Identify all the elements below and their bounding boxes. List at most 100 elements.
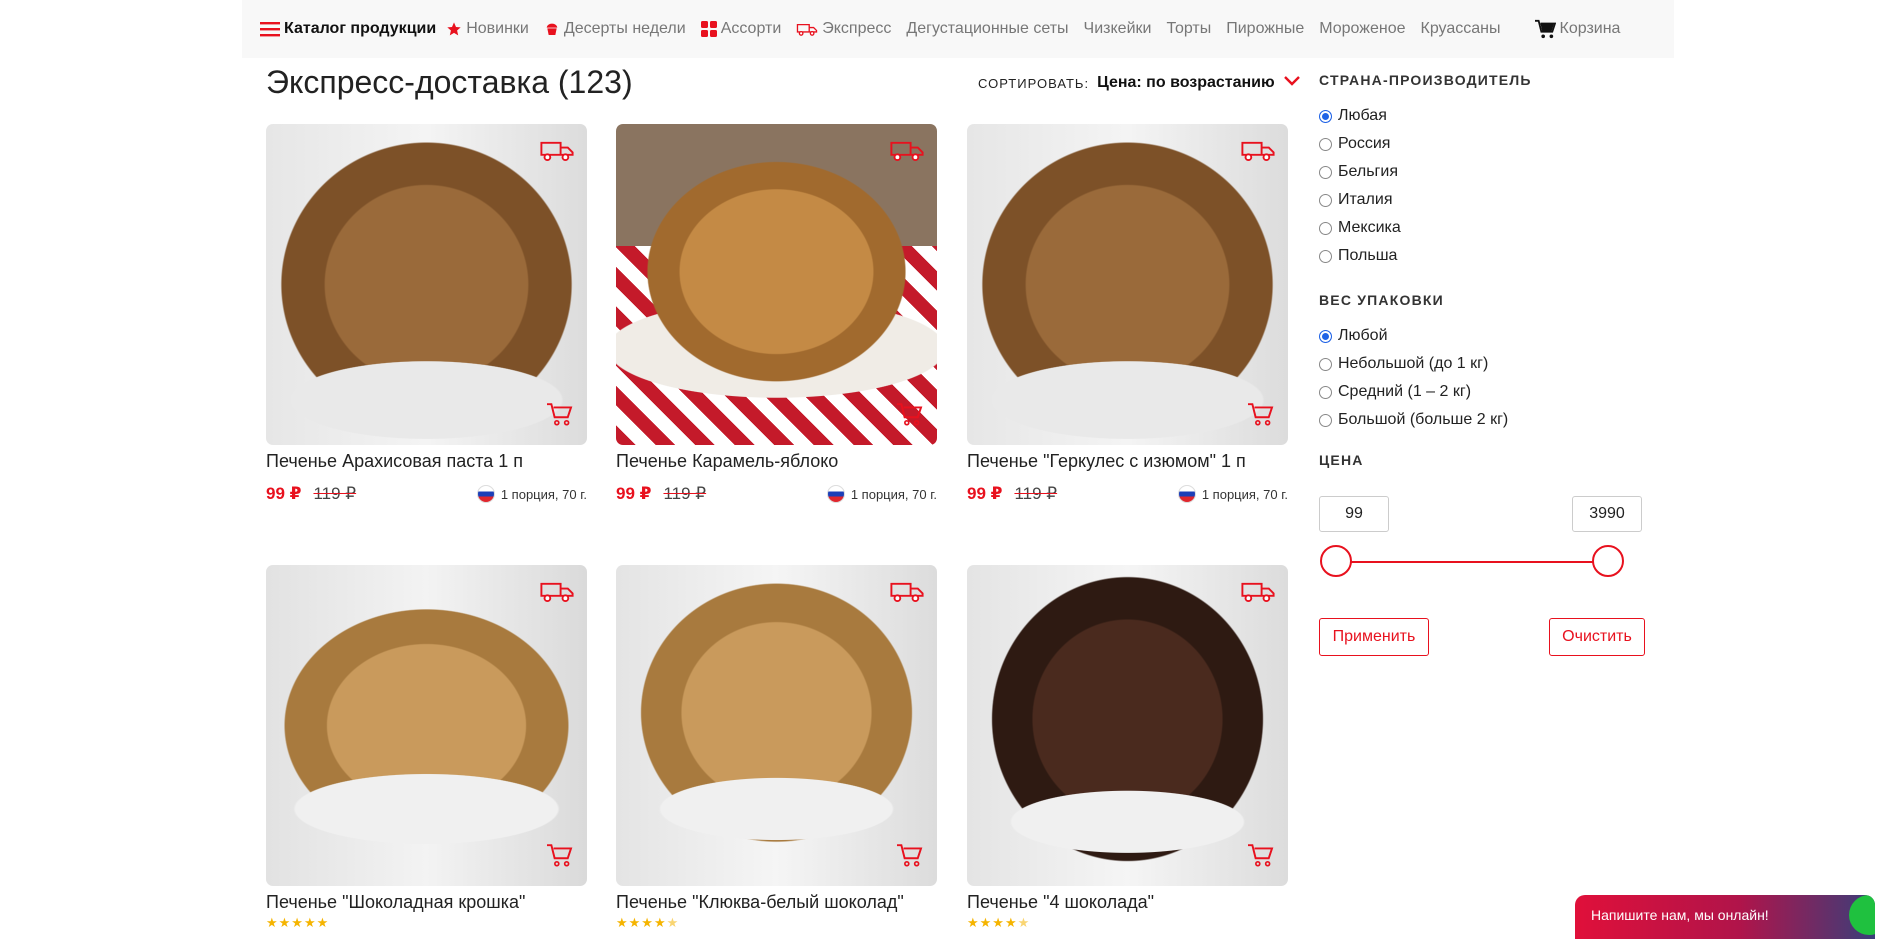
price-max-input[interactable]: 3990 <box>1572 496 1642 532</box>
express-delivery-icon <box>539 138 575 167</box>
product-image[interactable] <box>616 565 937 886</box>
radio-selected[interactable] <box>1319 329 1332 343</box>
add-to-cart-icon[interactable] <box>545 402 573 431</box>
option-label: Небольшой (до 1 кг) <box>1338 355 1489 372</box>
country-option[interactable]: Мексика <box>1319 214 1649 242</box>
radio[interactable] <box>1319 249 1332 263</box>
nav-item-assorted[interactable]: Ассорти <box>700 20 781 38</box>
country-option[interactable]: Польша <box>1319 242 1649 270</box>
product-name[interactable]: Печенье "Шоколадная крошка" <box>266 892 587 913</box>
radio[interactable] <box>1319 385 1332 399</box>
nav-item-label: Чизкейки <box>1083 20 1152 37</box>
catalog-label: Каталог продукции <box>284 20 437 37</box>
add-to-cart-icon[interactable] <box>545 843 573 872</box>
product-name[interactable]: Печенье Карамель-яблоко <box>616 451 937 472</box>
portion-label: 1 порция, 70 г. <box>500 486 587 502</box>
product-name[interactable]: Печенье "Клюква-белый шоколад" <box>616 892 937 913</box>
option-label: Бельгия <box>1338 163 1398 180</box>
option-label: Средний (1 – 2 кг) <box>1338 383 1472 400</box>
price-min-input[interactable]: 99 <box>1319 496 1389 532</box>
product-price: 99 ₽ <box>266 484 302 503</box>
sort-value: Цена: по возрастанию <box>1097 74 1275 91</box>
star-icon <box>446 21 462 37</box>
country-option[interactable]: Бельгия <box>1319 158 1649 186</box>
apply-button[interactable]: Применить <box>1319 618 1429 656</box>
product-card[interactable]: Печенье Карамель-яблоко 99 ₽ 119 ₽ 1 пор… <box>616 124 937 504</box>
product-image[interactable] <box>967 124 1288 445</box>
add-to-cart-icon[interactable] <box>1246 843 1274 872</box>
nav-item-week-desserts[interactable]: Десерты недели <box>544 20 686 38</box>
product-name[interactable]: Печенье "Геркулес с изюмом" 1 п <box>967 451 1288 472</box>
product-card[interactable]: Печенье Арахисовая паста 1 п 99 ₽ 119 ₽ … <box>266 124 587 504</box>
country-option[interactable]: Любая <box>1319 102 1649 130</box>
nav-item-cakes[interactable]: Торты <box>1166 20 1211 38</box>
add-to-cart-icon[interactable] <box>895 843 923 872</box>
cupcake-icon <box>544 21 560 37</box>
price-range-slider[interactable] <box>1320 545 1624 577</box>
price-filter-title: ЦЕНА <box>1319 452 1364 468</box>
product-name[interactable]: Печенье "4 шоколада" <box>967 892 1288 913</box>
radio[interactable] <box>1319 137 1332 151</box>
express-delivery-icon <box>1240 138 1276 167</box>
cart-icon <box>1534 19 1556 39</box>
radio[interactable] <box>1319 193 1332 207</box>
price-max-handle[interactable] <box>1592 545 1624 577</box>
nav-item-label: Экспресс <box>822 20 892 37</box>
product-portion: 1 порция, 70 г. <box>1177 485 1288 503</box>
product-price: 99 ₽ <box>616 484 652 503</box>
rating-stars: ★★★★★ <box>266 915 330 930</box>
country-option[interactable]: Италия <box>1319 186 1649 214</box>
nav-item-cheesecakes[interactable]: Чизкейки <box>1084 20 1152 38</box>
weight-option[interactable]: Большой (больше 2 кг) <box>1319 406 1649 434</box>
nav-item-express[interactable]: Экспресс <box>796 20 891 38</box>
chevron-down-icon <box>1283 74 1301 92</box>
nav-item-tasting-sets[interactable]: Дегустационные сеты <box>906 20 1068 38</box>
product-card[interactable]: Печенье "Шоколадная крошка" ★★★★★ <box>266 565 587 931</box>
clear-button[interactable]: Очистить <box>1549 618 1645 656</box>
portion-label: 1 порция, 70 г. <box>850 486 937 502</box>
weight-option[interactable]: Средний (1 – 2 кг) <box>1319 378 1649 406</box>
catalog-menu[interactable]: Каталог продукции <box>260 20 436 38</box>
price-min-handle[interactable] <box>1320 545 1352 577</box>
product-price: 99 ₽ <box>967 484 1003 503</box>
product-portion: 1 порция, 70 г. <box>476 485 587 503</box>
radio[interactable] <box>1319 221 1332 235</box>
product-image[interactable] <box>967 565 1288 886</box>
sort-control[interactable]: СОРТИРОВАТЬ: Цена: по возрастанию <box>978 74 1301 92</box>
country-option[interactable]: Россия <box>1319 130 1649 158</box>
nav-item-label: Десерты недели <box>563 20 686 37</box>
filter-panel: СТРАНА-ПРОИЗВОДИТЕЛЬ Любая Россия Бельги… <box>1319 72 1649 482</box>
weight-option[interactable]: Небольшой (до 1 кг) <box>1319 350 1649 378</box>
delivery-icon <box>796 21 818 37</box>
product-image[interactable] <box>616 124 937 445</box>
product-card[interactable]: Печенье "Клюква-белый шоколад" ★★★★★ <box>616 565 937 931</box>
product-card[interactable]: Печенье "4 шоколада" ★★★★★ <box>967 565 1288 931</box>
option-label: Россия <box>1338 135 1391 152</box>
nav-item-label: Пирожные <box>1226 20 1305 37</box>
product-card[interactable]: Печенье "Геркулес с изюмом" 1 п 99 ₽ 119… <box>967 124 1288 504</box>
radio[interactable] <box>1319 357 1332 371</box>
nav-item-label: Круассаны <box>1420 20 1501 37</box>
express-delivery-icon <box>1240 579 1276 608</box>
online-indicator-icon <box>1849 895 1875 935</box>
portion-label: 1 порция, 70 г. <box>1201 486 1288 502</box>
product-name[interactable]: Печенье Арахисовая паста 1 п <box>266 451 587 472</box>
radio[interactable] <box>1319 165 1332 179</box>
express-delivery-icon <box>889 579 925 608</box>
chat-widget[interactable]: Напишите нам, мы онлайн! <box>1575 895 1875 939</box>
add-to-cart-icon[interactable] <box>1246 402 1274 431</box>
radio-selected[interactable] <box>1319 109 1332 123</box>
option-label: Любая <box>1338 107 1387 124</box>
express-delivery-icon <box>889 138 925 167</box>
radio[interactable] <box>1319 413 1332 427</box>
product-image[interactable] <box>266 565 587 886</box>
product-image[interactable] <box>266 124 587 445</box>
nav-item-new[interactable]: Новинки <box>446 20 529 38</box>
nav-item-pastries[interactable]: Пирожные <box>1226 20 1304 38</box>
cart-link[interactable]: Корзина <box>1534 19 1620 39</box>
nav-item-ice-cream[interactable]: Мороженое <box>1319 20 1405 38</box>
nav-item-croissants[interactable]: Круассаны <box>1421 20 1501 38</box>
weight-option[interactable]: Любой <box>1319 322 1649 350</box>
weight-filter-title: ВЕС УПАКОВКИ <box>1319 292 1444 308</box>
add-to-cart-icon[interactable] <box>895 402 923 431</box>
